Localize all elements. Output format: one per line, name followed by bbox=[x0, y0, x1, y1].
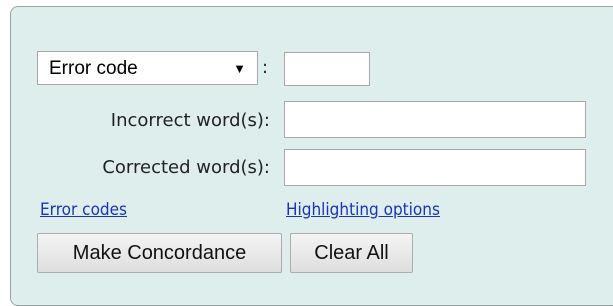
corrected-words-label: Corrected word(s): bbox=[102, 157, 270, 178]
error-codes-link[interactable]: Error codes bbox=[40, 200, 127, 220]
highlighting-options-link[interactable]: Highlighting options bbox=[286, 200, 440, 220]
error-code-select[interactable]: Error code ▼ bbox=[37, 51, 258, 85]
make-concordance-button[interactable]: Make Concordance bbox=[37, 233, 282, 273]
error-code-colon: : bbox=[262, 57, 269, 78]
incorrect-words-input[interactable] bbox=[284, 101, 586, 138]
corrected-words-input[interactable] bbox=[284, 149, 586, 186]
incorrect-words-label: Incorrect word(s): bbox=[110, 110, 270, 131]
clear-all-button[interactable]: Clear All bbox=[290, 233, 413, 273]
error-code-select-value: Error code bbox=[49, 58, 138, 79]
error-code-input[interactable] bbox=[284, 52, 370, 86]
dropdown-arrow-icon: ▼ bbox=[233, 61, 246, 76]
